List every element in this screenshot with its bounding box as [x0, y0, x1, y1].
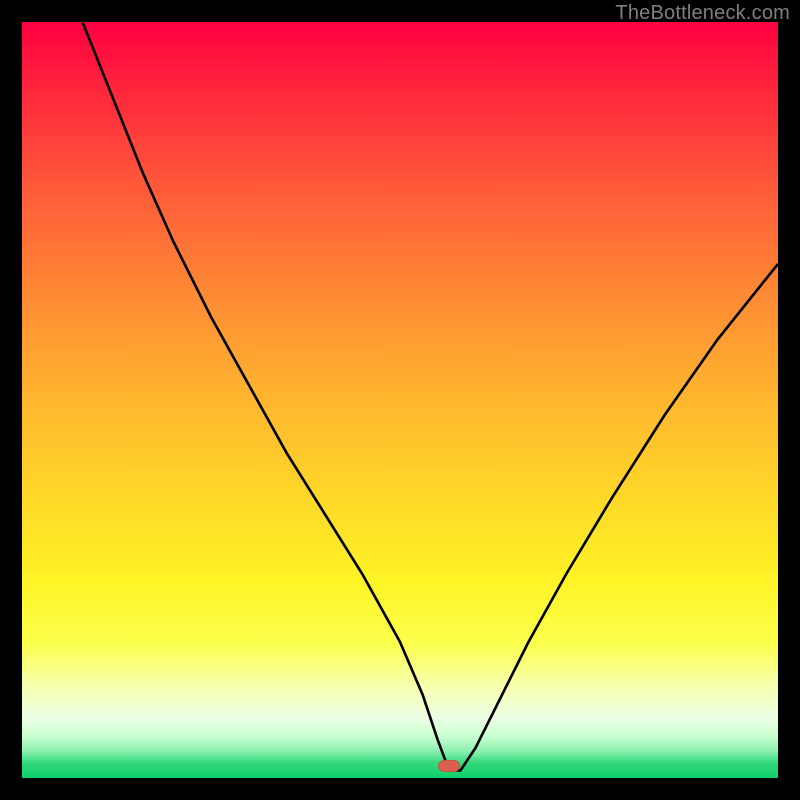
watermark-text: TheBottleneck.com — [615, 2, 790, 25]
chart-frame: TheBottleneck.com — [0, 0, 800, 800]
optimal-point-marker — [438, 760, 460, 772]
chart-plot-area — [22, 22, 778, 778]
bottleneck-curve — [22, 22, 778, 778]
bottleneck-curve-path — [82, 22, 778, 770]
